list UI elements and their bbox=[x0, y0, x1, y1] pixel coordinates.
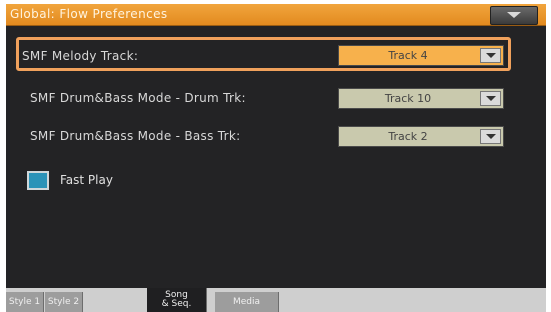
tab-style-2[interactable]: Style 2 bbox=[45, 292, 83, 312]
fast-play-label: Fast Play bbox=[60, 173, 113, 187]
tab-song-seq[interactable]: Song & Seq. bbox=[147, 288, 207, 312]
smf-drum-trk-label: SMF Drum&Bass Mode - Drum Trk: bbox=[30, 91, 246, 105]
smf-bass-trk-value: Track 2 bbox=[388, 130, 428, 143]
smf-drum-trk-value: Track 10 bbox=[384, 92, 432, 105]
smf-bass-trk-label: SMF Drum&Bass Mode - Bass Trk: bbox=[30, 129, 241, 143]
chevron-down-icon bbox=[486, 134, 496, 139]
smf-drum-trk-dropdown[interactable]: Track 10 bbox=[338, 88, 504, 109]
tab-label-line2: & Seq. bbox=[161, 299, 192, 309]
chevron-down-icon bbox=[507, 12, 521, 18]
dropdown-button[interactable] bbox=[480, 48, 501, 63]
tab-label: Style 1 bbox=[8, 297, 41, 307]
global-preferences-screen: Global: Flow Preferences SMF Melody Trac… bbox=[6, 4, 546, 312]
tab-label: Media bbox=[232, 297, 261, 307]
chevron-down-icon bbox=[486, 53, 496, 58]
fast-play-checkbox[interactable] bbox=[27, 171, 49, 190]
smf-melody-track-label: SMF Melody Track: bbox=[22, 49, 139, 63]
chevron-down-icon bbox=[486, 96, 496, 101]
smf-melody-track-value: Track 4 bbox=[388, 49, 428, 62]
section-tab-bar: Style 1 Style 2 Song & Seq. Media bbox=[6, 288, 546, 312]
tab-label: Style 2 bbox=[47, 297, 80, 307]
title-bar: Global: Flow Preferences bbox=[6, 4, 546, 26]
smf-melody-track-dropdown[interactable]: Track 4 bbox=[338, 45, 504, 66]
dropdown-button[interactable] bbox=[480, 129, 501, 144]
page-title: Global: Flow Preferences bbox=[10, 7, 168, 21]
smf-bass-trk-dropdown[interactable]: Track 2 bbox=[338, 126, 504, 147]
tab-style-1[interactable]: Style 1 bbox=[6, 292, 44, 312]
tab-media[interactable]: Media bbox=[215, 292, 279, 312]
dropdown-button[interactable] bbox=[480, 91, 501, 106]
page-menu-button[interactable] bbox=[490, 6, 538, 25]
